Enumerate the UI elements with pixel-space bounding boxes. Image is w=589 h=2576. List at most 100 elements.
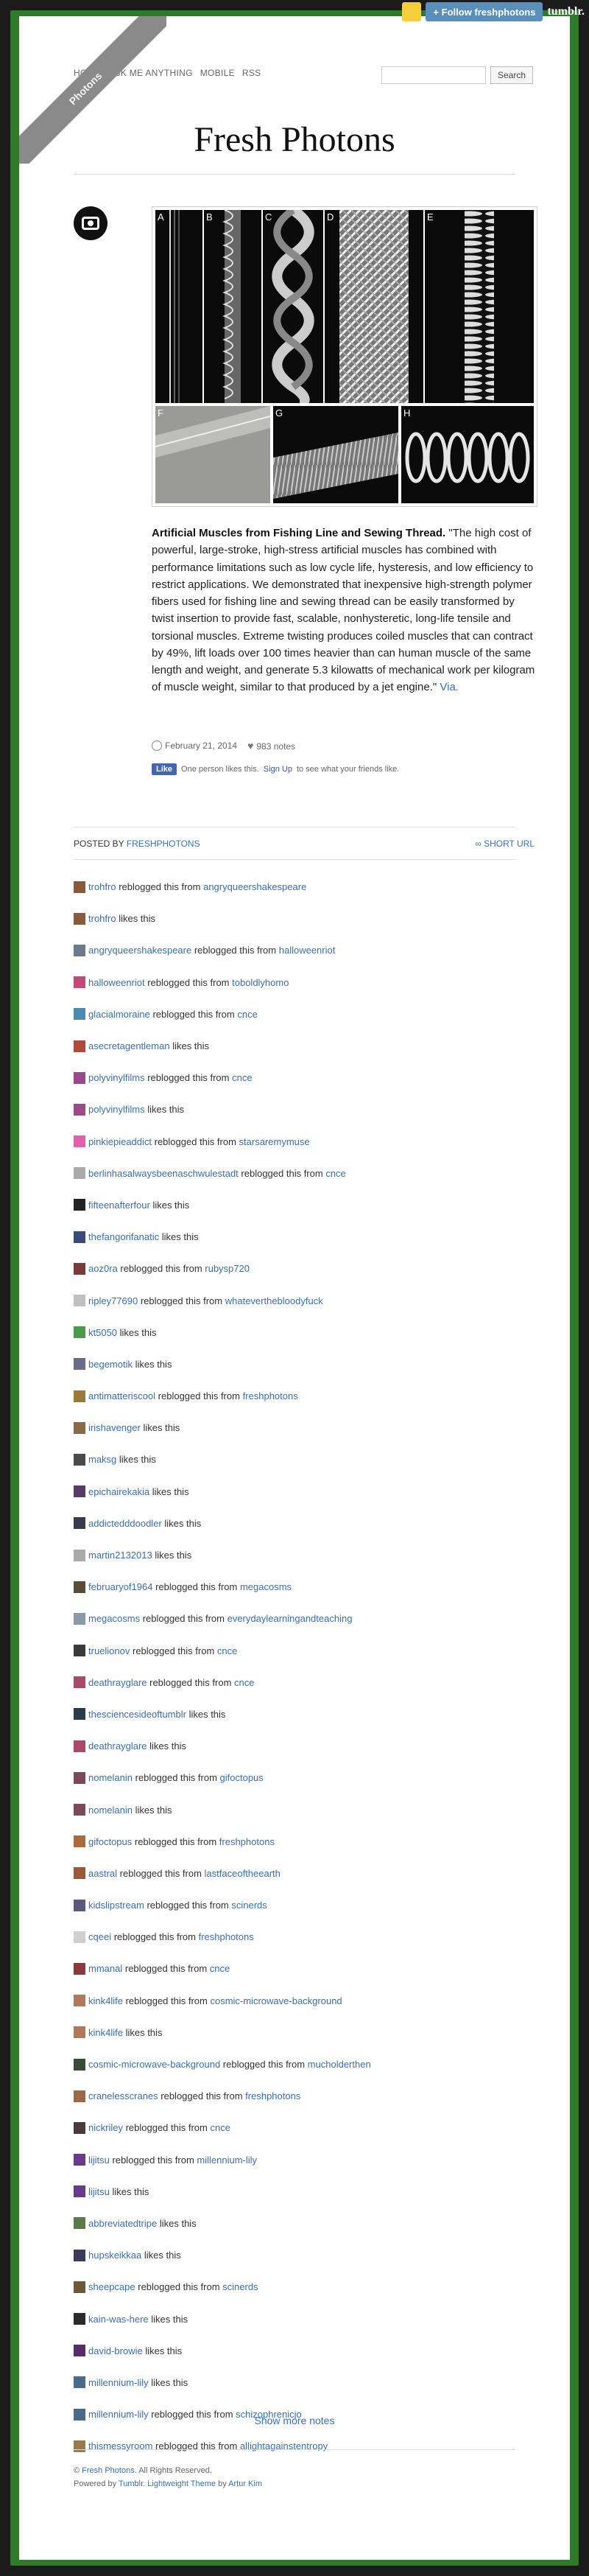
avatar[interactable]: [74, 1899, 85, 1911]
note-user-link[interactable]: martin2132013: [88, 1550, 152, 1561]
avatar[interactable]: [74, 1453, 85, 1466]
note-source-link[interactable]: rubysp720: [205, 1263, 250, 1274]
post-photo[interactable]: A B C D E F G H: [152, 206, 537, 507]
note-user-link[interactable]: halloweenriot: [88, 977, 145, 988]
avatar[interactable]: [74, 2313, 85, 2325]
note-source-link[interactable]: freshphotons: [199, 1931, 254, 1942]
note-source-link[interactable]: cosmic-microwave-background: [210, 1995, 342, 2006]
avatar[interactable]: [74, 1421, 85, 1434]
avatar[interactable]: [74, 2345, 85, 2357]
note-user-link[interactable]: trohfro: [88, 913, 116, 924]
avatar[interactable]: [74, 1071, 85, 1084]
note-user-link[interactable]: kink4life: [88, 2027, 123, 2038]
avatar[interactable]: [74, 1962, 85, 1975]
avatar[interactable]: [74, 1008, 85, 1021]
avatar[interactable]: [74, 1517, 85, 1530]
note-user-link[interactable]: lijitsu: [88, 2186, 110, 2197]
posted-by-user[interactable]: FRESHPHOTONS: [127, 839, 200, 849]
note-source-link[interactable]: everydaylearningandteaching: [228, 1613, 353, 1624]
note-user-link[interactable]: begemotik: [88, 1359, 133, 1370]
avatar[interactable]: [74, 1549, 85, 1561]
note-user-link[interactable]: aastral: [88, 1868, 117, 1879]
avatar[interactable]: [74, 1199, 85, 1211]
show-more-notes-link[interactable]: Show more notes: [74, 2415, 515, 2426]
note-user-link[interactable]: fifteenafterfour: [88, 1200, 150, 1211]
avatar[interactable]: [74, 1771, 85, 1784]
post-date[interactable]: February 21, 2014: [152, 741, 237, 752]
note-user-link[interactable]: cranelesscranes: [88, 2090, 158, 2101]
note-source-link[interactable]: halloweenriot: [279, 945, 336, 956]
short-url-link[interactable]: ∞ SHORT URL: [475, 839, 535, 849]
avatar[interactable]: [74, 1167, 85, 1180]
avatar[interactable]: [74, 1835, 85, 1848]
note-user-link[interactable]: mmanal: [88, 1963, 122, 1974]
avatar[interactable]: [74, 1867, 85, 1880]
avatar[interactable]: [74, 1645, 85, 1657]
note-user-link[interactable]: thesciencesideoftumblr: [88, 1709, 186, 1720]
via-link[interactable]: Via.: [440, 681, 459, 693]
note-user-link[interactable]: maksg: [88, 1454, 116, 1465]
note-user-link[interactable]: abbreviatedtripe: [88, 2218, 157, 2229]
avatar[interactable]: [74, 976, 85, 989]
facebook-like-button[interactable]: Like: [152, 763, 177, 775]
note-user-link[interactable]: kink4life: [88, 1995, 123, 2006]
avatar[interactable]: [74, 1804, 85, 1816]
theme-link[interactable]: Lightweight Theme: [147, 2479, 216, 2488]
note-source-link[interactable]: starsaremymuse: [239, 1136, 310, 1147]
avatar[interactable]: [74, 2440, 85, 2452]
avatar[interactable]: [74, 1262, 85, 1275]
note-source-link[interactable]: lastfaceoftheearth: [205, 1868, 281, 1879]
note-user-link[interactable]: nickriley: [88, 2122, 123, 2133]
note-user-link[interactable]: pinkiepieaddict: [88, 1136, 152, 1147]
note-user-link[interactable]: hupskeikkaa: [88, 2250, 141, 2261]
note-source-link[interactable]: megacosms: [240, 1581, 292, 1592]
avatar[interactable]: [74, 2281, 85, 2293]
dashboard-icon[interactable]: [402, 2, 422, 21]
avatar[interactable]: [74, 1231, 85, 1243]
note-source-link[interactable]: freshphotons: [245, 2090, 300, 2101]
note-user-link[interactable]: cosmic-microwave-background: [88, 2059, 220, 2070]
note-source-link[interactable]: cnce: [232, 1072, 252, 1083]
note-user-link[interactable]: millennium-lily: [88, 2377, 149, 2388]
note-source-link[interactable]: whateverthebloodyfuck: [225, 1295, 323, 1306]
avatar[interactable]: [74, 2154, 85, 2166]
avatar[interactable]: [74, 2026, 85, 2039]
avatar[interactable]: [74, 2121, 85, 2134]
note-user-link[interactable]: gifoctopus: [88, 1836, 132, 1847]
note-source-link[interactable]: cnce: [210, 2122, 230, 2133]
note-source-link[interactable]: cnce: [234, 1677, 254, 1688]
avatar[interactable]: [74, 2376, 85, 2389]
note-user-link[interactable]: kt5050: [88, 1327, 117, 1338]
note-user-link[interactable]: nomelanin: [88, 1772, 133, 1783]
note-user-link[interactable]: polyvinylfilms: [88, 1072, 145, 1083]
avatar[interactable]: [74, 881, 85, 893]
note-source-link[interactable]: millennium-lily: [197, 2155, 257, 2166]
note-user-link[interactable]: aoz0ra: [88, 1263, 118, 1274]
note-user-link[interactable]: kain-was-here: [88, 2314, 149, 2325]
note-user-link[interactable]: asecretagentleman: [88, 1040, 170, 1051]
note-source-link[interactable]: toboldlyhomo: [232, 977, 289, 988]
avatar[interactable]: [74, 1740, 85, 1752]
avatar[interactable]: [74, 1295, 85, 1307]
note-user-link[interactable]: truelionov: [88, 1645, 130, 1656]
note-user-link[interactable]: thefangorifanatic: [88, 1231, 159, 1242]
note-source-link[interactable]: freshphotons: [219, 1836, 275, 1847]
avatar[interactable]: [74, 1995, 85, 2007]
facebook-signup-link[interactable]: Sign Up: [264, 765, 292, 774]
note-source-link[interactable]: mucholderthen: [308, 2059, 371, 2070]
note-user-link[interactable]: trohfro: [88, 881, 116, 892]
note-source-link[interactable]: angryqueershakespeare: [203, 881, 306, 892]
note-user-link[interactable]: irishavenger: [88, 1422, 141, 1433]
note-source-link[interactable]: cnce: [210, 1963, 230, 1974]
note-user-link[interactable]: deathrayglare: [88, 1740, 147, 1751]
note-user-link[interactable]: sheepcape: [88, 2281, 135, 2292]
avatar[interactable]: [74, 1676, 85, 1689]
follow-button[interactable]: + Follow freshphotons: [426, 2, 543, 21]
avatar[interactable]: [74, 2090, 85, 2102]
avatar[interactable]: [74, 1040, 85, 1052]
avatar[interactable]: [74, 1103, 85, 1116]
note-source-link[interactable]: cnce: [325, 1168, 345, 1179]
note-user-link[interactable]: thismessyroom: [88, 2440, 152, 2451]
nav-mobile[interactable]: MOBILE: [200, 68, 235, 78]
tumblr-link[interactable]: Tumblr: [119, 2479, 143, 2488]
